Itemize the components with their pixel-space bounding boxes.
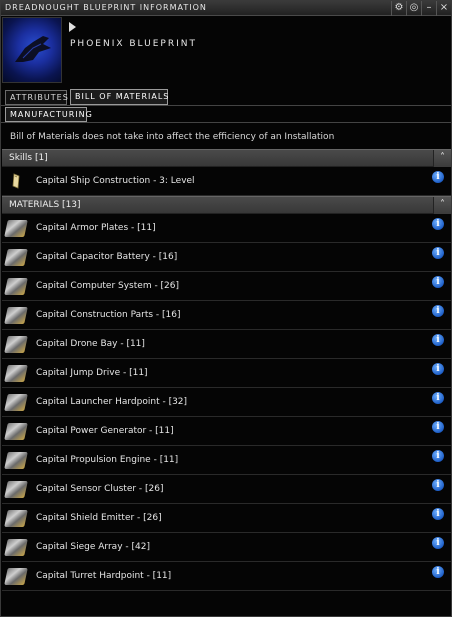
window-title: DREADNOUGHT BLUEPRINT INFORMATION <box>5 3 207 12</box>
propulsion-engine-icon <box>4 452 28 469</box>
skills-header-label: Skills [1] <box>9 153 48 163</box>
material-row[interactable]: Capital Turret Hardpoint - [11] i <box>2 562 451 591</box>
tab-divider <box>1 105 451 106</box>
blueprint-name: PHOENIX BLUEPRINT <box>70 39 197 49</box>
tab-attributes[interactable]: ATTRIBUTES <box>5 90 68 105</box>
material-row[interactable]: Capital Shield Emitter - [26] i <box>2 504 451 533</box>
material-label: Capital Turret Hardpoint - [11] <box>36 571 172 581</box>
material-label: Capital Sensor Cluster - [26] <box>36 484 164 494</box>
armor-plates-icon <box>4 220 28 237</box>
material-row[interactable]: Capital Propulsion Engine - [11] i <box>2 446 451 475</box>
material-label: Capital Jump Drive - [11] <box>36 368 148 378</box>
material-row[interactable]: Capital Capacitor Battery - [16] i <box>2 243 451 272</box>
material-label: Capital Propulsion Engine - [11] <box>36 455 179 465</box>
info-icon[interactable]: i <box>432 247 444 259</box>
material-row[interactable]: Capital Drone Bay - [11] i <box>2 330 451 359</box>
material-label: Capital Armor Plates - [11] <box>36 223 156 233</box>
capacitor-battery-icon <box>4 249 28 266</box>
material-label: Capital Shield Emitter - [26] <box>36 513 162 523</box>
material-row[interactable]: Capital Power Generator - [11] i <box>2 417 451 446</box>
info-icon[interactable]: i <box>432 276 444 288</box>
material-row[interactable]: Capital Jump Drive - [11] i <box>2 359 451 388</box>
material-label: Capital Power Generator - [11] <box>36 426 174 436</box>
settings-icon[interactable]: ⚙ <box>391 1 406 16</box>
info-icon[interactable]: i <box>432 450 444 462</box>
collapse-icon[interactable]: ˄ <box>433 197 451 214</box>
title-bar[interactable]: DREADNOUGHT BLUEPRINT INFORMATION ⚙ ◎ – … <box>1 1 451 16</box>
material-label: Capital Siege Array - [42] <box>36 542 150 552</box>
subtab-divider <box>1 122 451 123</box>
materials-header-label: MATERIALS [13] <box>9 200 81 210</box>
minimize-icon[interactable]: – <box>421 1 436 16</box>
material-row[interactable]: Capital Siege Array - [42] i <box>2 533 451 562</box>
power-generator-icon <box>4 423 28 440</box>
turret-hardpoint-icon <box>4 568 28 585</box>
info-icon[interactable]: i <box>432 218 444 230</box>
info-icon[interactable]: i <box>432 508 444 520</box>
computer-system-icon <box>4 278 28 295</box>
material-row[interactable]: Capital Sensor Cluster - [26] i <box>2 475 451 504</box>
siege-array-icon <box>4 539 28 556</box>
info-icon[interactable]: i <box>432 363 444 375</box>
material-label: Capital Launcher Hardpoint - [32] <box>36 397 188 407</box>
skills-section-header[interactable]: Skills [1] ˄ <box>2 149 451 167</box>
info-icon[interactable]: i <box>432 421 444 433</box>
materials-section-header[interactable]: MATERIALS [13] ˄ <box>2 196 451 214</box>
blueprint-thumbnail[interactable] <box>2 17 62 83</box>
material-row[interactable]: Capital Computer System - [26] i <box>2 272 451 301</box>
expand-arrow-icon[interactable] <box>69 22 76 32</box>
close-icon[interactable]: × <box>436 1 451 16</box>
material-label: Capital Construction Parts - [16] <box>36 310 181 320</box>
pin-icon[interactable]: ◎ <box>406 1 421 16</box>
material-row[interactable]: Capital Armor Plates - [11] i <box>2 214 451 243</box>
material-label: Capital Computer System - [26] <box>36 281 180 291</box>
window-controls: ⚙ ◎ – × <box>391 1 451 16</box>
drone-bay-icon <box>4 336 28 353</box>
info-icon[interactable]: i <box>432 392 444 404</box>
skill-label: Capital Ship Construction - 3: Level <box>36 176 195 186</box>
sensor-cluster-icon <box>4 481 28 498</box>
construction-parts-icon <box>4 307 28 324</box>
launcher-hardpoint-icon <box>4 394 28 411</box>
jump-drive-icon <box>4 365 28 382</box>
info-icon[interactable]: i <box>432 334 444 346</box>
skill-row[interactable]: Capital Ship Construction - 3: Level i <box>2 167 451 196</box>
skill-book-icon <box>12 173 20 189</box>
collapse-icon[interactable]: ˄ <box>433 150 451 167</box>
tab-manufacturing[interactable]: MANUFACTURING <box>5 107 92 122</box>
material-row[interactable]: Capital Construction Parts - [16] i <box>2 301 451 330</box>
material-label: Capital Drone Bay - [11] <box>36 339 145 349</box>
shield-emitter-icon <box>4 510 28 527</box>
tab-bill-of-materials[interactable]: BILL OF MATERIALS <box>70 89 168 105</box>
info-icon[interactable]: i <box>432 537 444 549</box>
blueprint-info-window: DREADNOUGHT BLUEPRINT INFORMATION ⚙ ◎ – … <box>0 0 452 617</box>
material-label: Capital Capacitor Battery - [16] <box>36 252 178 262</box>
info-icon[interactable]: i <box>432 305 444 317</box>
info-icon[interactable]: i <box>432 171 444 183</box>
efficiency-note: Bill of Materials does not take into aff… <box>10 132 335 142</box>
info-icon[interactable]: i <box>432 566 444 578</box>
info-icon[interactable]: i <box>432 479 444 491</box>
material-row[interactable]: Capital Launcher Hardpoint - [32] i <box>2 388 451 417</box>
